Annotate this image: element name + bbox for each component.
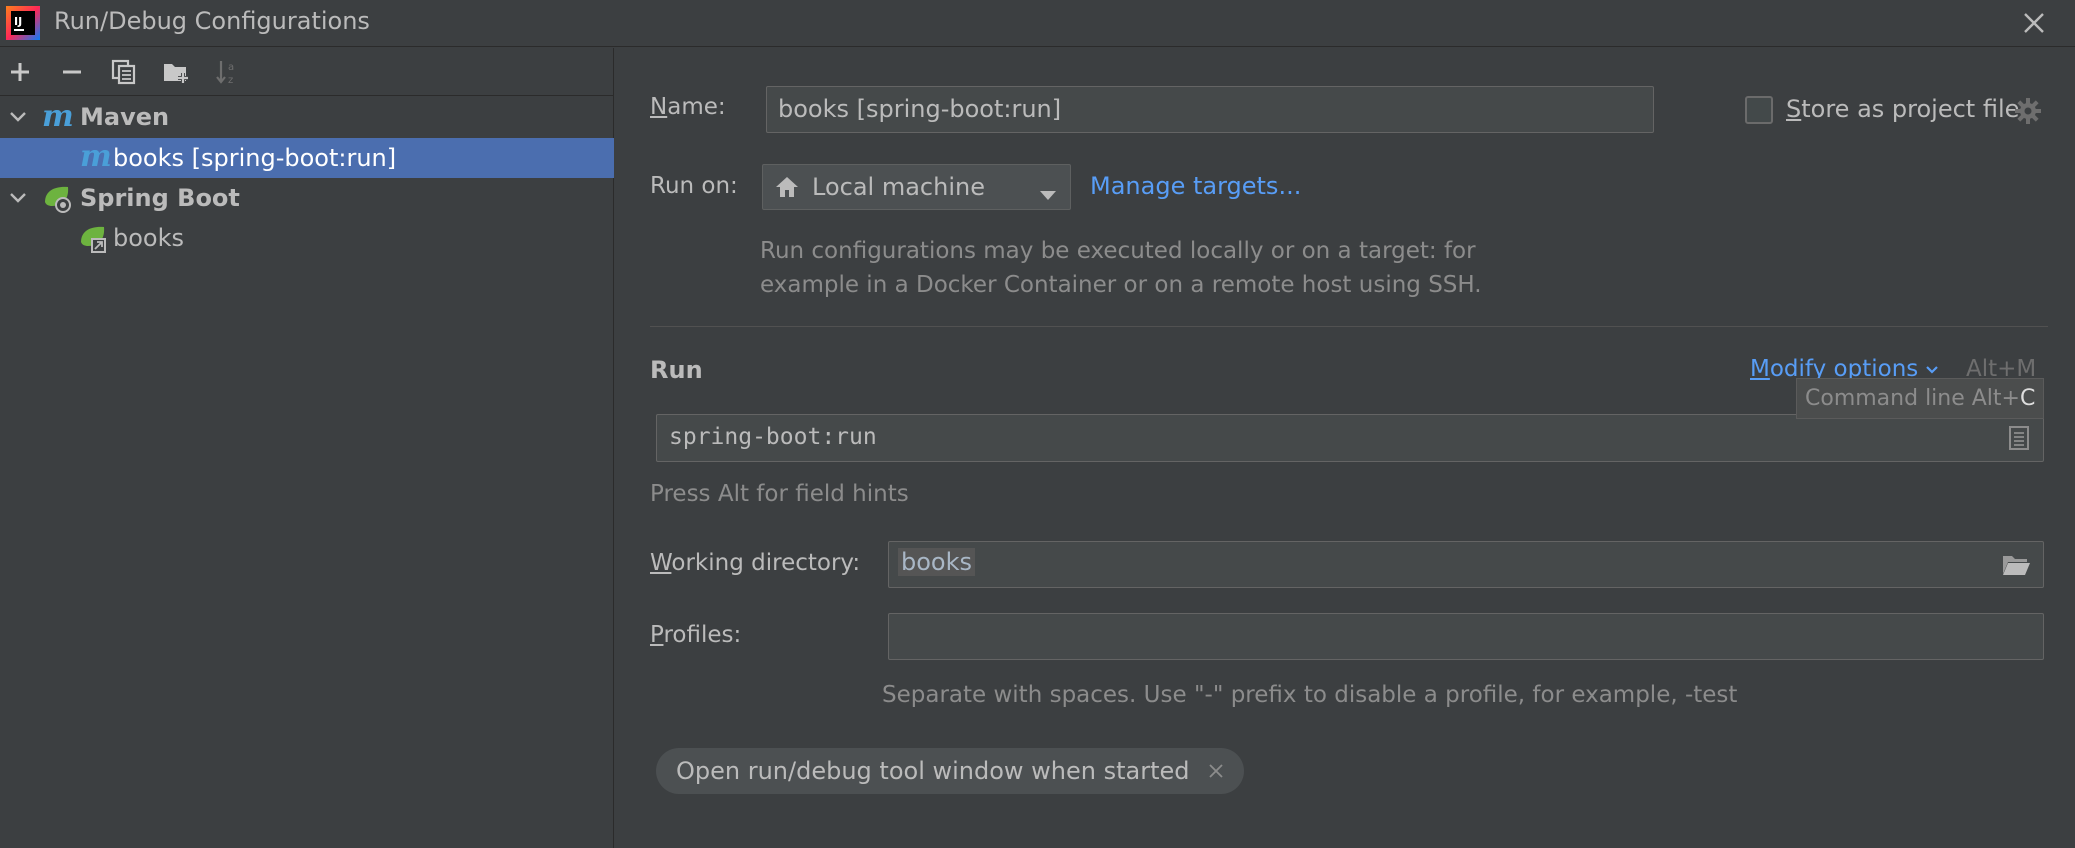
profiles-label: Profiles:: [650, 622, 742, 648]
open-tool-window-chip[interactable]: Open run/debug tool window when started: [656, 748, 1244, 794]
configurations-pane: a z m Maven m books [spring-boot:run] Sp…: [0, 48, 614, 848]
chip-label: Open run/debug tool window when started: [676, 757, 1190, 785]
tree-group-label: Maven: [80, 103, 170, 131]
run-section-title: Run: [650, 356, 703, 384]
store-as-project-checkbox[interactable]: [1745, 96, 1773, 124]
intellij-logo-icon: IJ: [6, 6, 40, 40]
sort-icon[interactable]: a z: [212, 56, 244, 88]
expand-editor-icon[interactable]: [2009, 426, 2029, 456]
home-icon: [775, 176, 799, 204]
name-input-value: books [spring-boot:run]: [778, 95, 1062, 123]
name-input[interactable]: books [spring-boot:run]: [766, 86, 1654, 133]
tree-group-label: Spring Boot: [80, 184, 240, 212]
close-icon[interactable]: [2014, 3, 2054, 43]
section-divider: [650, 326, 2048, 327]
run-on-dropdown[interactable]: Local machine: [762, 164, 1071, 210]
gear-icon[interactable]: [2014, 97, 2042, 131]
svg-text:z: z: [228, 75, 233, 86]
run-on-hint-line2: example in a Docker Container or on a re…: [760, 272, 1482, 298]
tree-item-maven-books[interactable]: m books [spring-boot:run]: [0, 138, 614, 178]
manage-targets-link[interactable]: Manage targets...: [1090, 172, 1301, 200]
command-line-value: spring-boot:run: [669, 424, 877, 450]
name-label: Name:: [650, 94, 726, 120]
command-line-input[interactable]: spring-boot:run: [656, 414, 2044, 462]
chevron-down-icon[interactable]: [8, 188, 28, 214]
window-title: Run/Debug Configurations: [54, 7, 370, 35]
tree-item-spring-books[interactable]: books: [0, 218, 614, 258]
tree-group-maven[interactable]: m Maven: [0, 97, 614, 137]
spring-boot-icon: [78, 224, 110, 260]
run-on-label: Run on:: [650, 173, 738, 199]
tree-group-spring-boot[interactable]: Spring Boot: [0, 178, 614, 218]
working-directory-value: books: [898, 548, 976, 576]
caret-down-icon: [1039, 182, 1057, 208]
maven-icon: m: [42, 99, 74, 134]
maven-icon: m: [80, 139, 112, 174]
run-on-hint-line1: Run configurations may be executed local…: [760, 238, 1476, 264]
run-on-value: Local machine: [812, 173, 985, 201]
working-directory-input[interactable]: books: [888, 541, 2044, 588]
remove-icon[interactable]: [56, 56, 88, 88]
copy-icon[interactable]: [108, 56, 140, 88]
profiles-input[interactable]: [888, 613, 2044, 660]
chevron-down-icon[interactable]: [8, 107, 28, 133]
title-bar: IJ Run/Debug Configurations: [0, 0, 2075, 47]
working-directory-label: Working directory:: [650, 550, 861, 576]
tree-item-label: books [spring-boot:run]: [113, 144, 397, 172]
add-icon[interactable]: [4, 56, 36, 88]
tree-item-label: books: [113, 224, 185, 252]
new-folder-icon[interactable]: [160, 56, 192, 88]
close-icon[interactable]: [1208, 763, 1224, 779]
folder-icon[interactable]: [2001, 552, 2031, 584]
store-as-project-label: Store as project file: [1786, 95, 2020, 123]
command-line-tooltip: Command line Alt+ C: [1796, 378, 2045, 419]
profiles-hint: Separate with spaces. Use "-" prefix to …: [882, 682, 1738, 708]
alt-hint: Press Alt for field hints: [650, 481, 909, 507]
svg-text:IJ: IJ: [14, 15, 22, 28]
svg-text:a: a: [228, 62, 234, 73]
spring-boot-icon: [42, 184, 74, 220]
configurations-toolbar: a z: [0, 48, 614, 96]
